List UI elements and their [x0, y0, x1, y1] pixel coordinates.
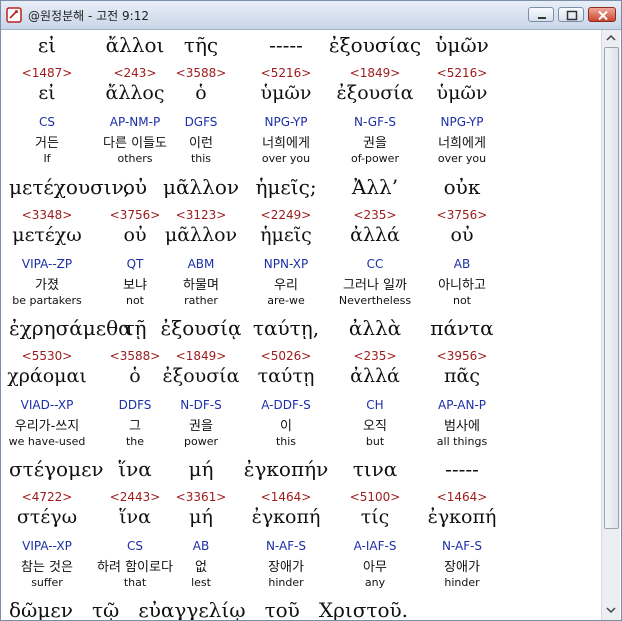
- parsing-code: AP-AN-P: [438, 398, 486, 412]
- parsing-code: AB: [453, 257, 471, 271]
- scroll-up-arrow-icon[interactable]: [603, 31, 619, 45]
- parsing-code: CH: [366, 398, 384, 412]
- strong-number: <235>: [353, 208, 397, 222]
- lexical-form: πᾶς: [444, 365, 480, 387]
- strong-number: <1487>: [21, 66, 73, 80]
- parsing-code: CC: [366, 257, 384, 271]
- parsing-code: A-DDF-S: [261, 398, 311, 412]
- maximize-button[interactable]: [558, 7, 584, 22]
- title-bar[interactable]: @원정분해 - 고전 9:12: [1, 1, 621, 30]
- strong-number: <3956>: [436, 349, 488, 363]
- strong-number: <3756>: [436, 208, 488, 222]
- strong-number: <4722>: [21, 490, 73, 504]
- greek-word: -----: [445, 457, 479, 481]
- strong-number: <5026>: [260, 349, 312, 363]
- word-column[interactable]: οὐκ <3756> οὐ AB 아니하고 not: [422, 175, 502, 313]
- close-icon: [598, 10, 608, 21]
- strong-number: <235>: [353, 349, 397, 363]
- korean-gloss: 아니하고: [438, 278, 486, 293]
- strong-number: <5216>: [436, 66, 488, 80]
- korean-gloss: 너희에게: [438, 136, 486, 151]
- greek-word: οὐκ: [443, 175, 481, 199]
- strong-number: <2249>: [260, 208, 312, 222]
- word-column[interactable]: ὑμῶν <5216> ὑμῶν NPG-YP 너희에게 over you: [422, 33, 502, 171]
- parsing-code: NPG-YP: [264, 115, 308, 129]
- scroll-thumb[interactable]: [604, 47, 619, 529]
- next-line-greek-text: δῶμεν τῷ εὐαγγελίῳ τοῦ Χριστοῦ.: [9, 598, 409, 620]
- minimize-button[interactable]: [528, 7, 554, 22]
- window-title: @원정분해 - 고전 9:12: [28, 9, 149, 23]
- english-gloss: over you: [437, 152, 487, 165]
- scroll-down-arrow-icon[interactable]: [603, 603, 619, 617]
- strong-number: <5100>: [349, 490, 401, 504]
- english-gloss: all things: [436, 435, 488, 448]
- word-column[interactable]: ----- <1464> ἐγκοπή N-AF-S 장애가 hinder: [422, 457, 502, 595]
- strong-number: <3361>: [175, 490, 227, 504]
- parsing-code: N-AF-S: [441, 539, 483, 553]
- parsing-code: VIAD--XP: [20, 398, 74, 412]
- strong-number: <1464>: [260, 490, 312, 504]
- maximize-icon: [566, 10, 578, 21]
- strong-number: <3588>: [175, 66, 227, 80]
- minimize-icon: [538, 17, 546, 19]
- parsing-code: N-GF-S: [354, 115, 396, 129]
- word-column[interactable]: πάντα <3956> πᾶς AP-AN-P 범사에 all things: [422, 316, 502, 454]
- strong-number: <3123>: [175, 208, 227, 222]
- app-window: @원정분해 - 고전 9:12 εἰ <1487> εἰ CS 거든 If ἄλλοι <24…: [0, 0, 622, 621]
- lexical-form: ὑμῶν: [436, 82, 488, 104]
- parsing-code: CS: [39, 115, 55, 129]
- parsing-code: VIPA--XP: [22, 539, 72, 553]
- strong-number: <5530>: [21, 349, 73, 363]
- parsing-code: VIPA--ZP: [21, 257, 73, 271]
- parsing-code: N-AF-S: [265, 539, 307, 553]
- greek-word: πάντα: [430, 316, 494, 340]
- korean-gloss: 범사에: [444, 419, 480, 434]
- strong-number: <1464>: [436, 490, 488, 504]
- lexical-form: οὐ: [450, 224, 474, 246]
- strong-number: <3348>: [21, 208, 73, 222]
- interlinear-view[interactable]: εἰ <1487> εἰ CS 거든 If ἄλλοι <243> ἄλλος AP-NM-P 다른…: [3, 30, 599, 620]
- english-gloss: not: [452, 294, 471, 307]
- parsing-code: NPG-YP: [440, 115, 484, 129]
- strong-number: <5216>: [260, 66, 312, 80]
- parsing-code: NPN-XP: [263, 257, 309, 271]
- app-icon: [6, 7, 22, 23]
- strong-number: <1849>: [349, 66, 401, 80]
- vertical-scrollbar[interactable]: [601, 30, 620, 620]
- korean-gloss: 장애가: [444, 560, 480, 575]
- parsing-code: A-IAF-S: [353, 539, 397, 553]
- close-button[interactable]: [588, 7, 616, 22]
- greek-word: ὑμῶν: [435, 33, 489, 57]
- english-gloss: hinder: [444, 576, 480, 589]
- lexical-form: ἐγκοπή: [427, 506, 497, 528]
- strong-number: <1849>: [175, 349, 227, 363]
